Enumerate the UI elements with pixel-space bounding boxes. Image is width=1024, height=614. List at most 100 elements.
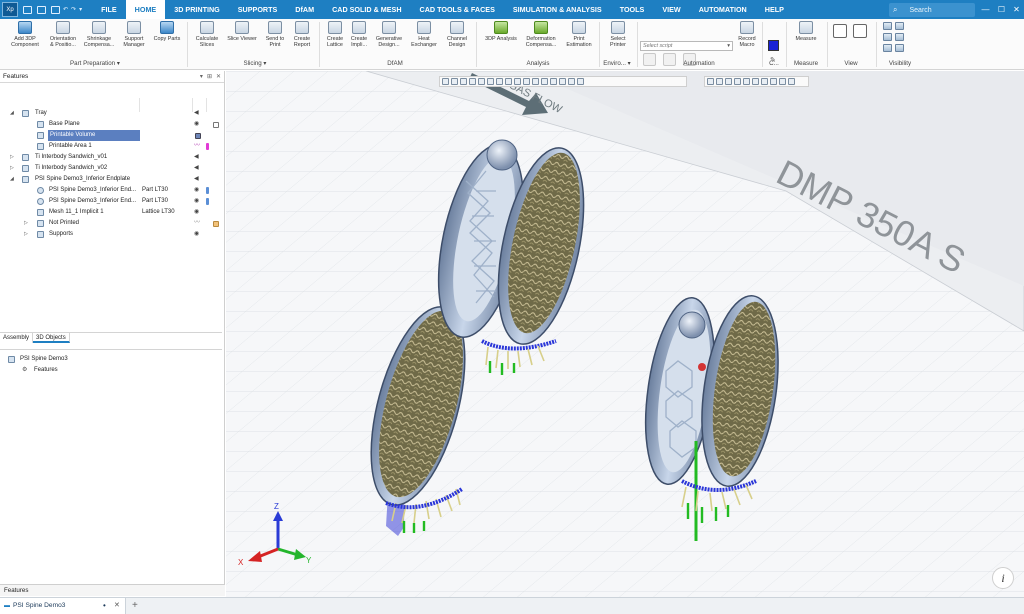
features-footer-tab[interactable]: Features <box>0 584 225 596</box>
selected-visibility-icon[interactable] <box>195 133 201 139</box>
axis-orient-icon[interactable] <box>788 78 795 85</box>
tab-3d-objects[interactable]: 3D Objects <box>33 333 70 343</box>
box-icon[interactable] <box>213 221 219 227</box>
expand-icon[interactable]: ▷ <box>24 229 28 240</box>
visibility-tray-icon[interactable] <box>895 44 904 52</box>
save-icon[interactable] <box>23 5 32 14</box>
section-tool-icon[interactable] <box>496 78 503 85</box>
visibility-edges-icon[interactable] <box>883 33 892 41</box>
support-manager-button[interactable]: Support Manager <box>116 21 152 49</box>
deformation-compensation-button[interactable]: Deformation Compensa... <box>521 21 561 49</box>
shrinkage-compensation-button[interactable]: Shrinkage Compensa... <box>80 21 118 49</box>
select-printer-button[interactable]: Select Printer <box>603 21 633 49</box>
visibility-eye-icon[interactable]: ◉ <box>194 229 199 240</box>
visibility-eye-icon[interactable]: ◉ <box>194 196 199 207</box>
info-button[interactable]: i <box>992 567 1014 589</box>
orientation-positioning-button[interactable]: Orientation & Positio... <box>44 21 82 49</box>
run-script-icon[interactable] <box>643 53 656 66</box>
visibility-shaded-icon[interactable] <box>883 22 892 30</box>
speaker-icon[interactable]: ◀ <box>194 163 199 174</box>
show-tool-icon[interactable] <box>514 78 521 85</box>
cube-icon[interactable] <box>213 122 219 128</box>
filter-tool-icon[interactable] <box>451 78 458 85</box>
document-tab[interactable]: ▬ PSI Spine Demo3 • ✕ <box>0 598 126 614</box>
tree-row-endplate-2[interactable]: PSI Spine Demo3_Inferior End... Part LT3… <box>0 196 222 207</box>
tab-dfam[interactable]: DfAM <box>286 0 323 19</box>
slice-viewer-button[interactable]: Slice Viewer <box>223 21 261 42</box>
view-top-icon[interactable] <box>752 78 759 85</box>
measure-button[interactable]: Measure <box>790 21 822 42</box>
tree-row-mesh-implicit[interactable]: Mesh 11_1 Implicit 1 Lattice LT30 ◉ <box>0 207 222 218</box>
tab-cad-solid-mesh[interactable]: CAD SOLID & MESH <box>323 0 410 19</box>
tab-view[interactable]: VIEW <box>653 0 689 19</box>
script-select[interactable]: Select script ▾ <box>640 41 733 51</box>
print-estimation-button[interactable]: Print Estimation <box>561 21 597 49</box>
color-picker-swatch[interactable] <box>768 40 779 51</box>
tab-simulation-analysis[interactable]: SIMULATION & ANALYSIS <box>504 0 611 19</box>
search-input[interactable]: ⌕ Search <box>889 3 975 17</box>
redo-icon[interactable]: ↷ <box>71 6 76 13</box>
tree-row-printable-area[interactable]: Printable Area 1 〰 <box>0 141 222 152</box>
heat-exchanger-button[interactable]: Heat Exchanger <box>407 21 441 49</box>
zoom-fit-icon[interactable] <box>833 24 847 38</box>
visibility-parts-icon[interactable] <box>895 33 904 41</box>
expand-icon[interactable]: ▷ <box>10 163 14 174</box>
tree-row-base-plane[interactable]: Base Plane ◉ <box>0 119 222 130</box>
speaker-icon[interactable]: ◀ <box>194 152 199 163</box>
panel-pin-icon[interactable]: ⊞ <box>207 73 212 80</box>
collapse-icon[interactable]: ◢ <box>10 108 14 119</box>
tree-row-tray[interactable]: ◢ Tray ◀ <box>0 108 222 119</box>
zoom-area-icon[interactable] <box>853 24 867 38</box>
view-bottom-icon[interactable] <box>761 78 768 85</box>
tree-row-psi-spine[interactable]: ◢ PSI Spine Demo3_Inferior Endplate ◀ <box>0 174 222 185</box>
new-file-icon[interactable] <box>51 5 60 14</box>
tree-row-endplate-1[interactable]: PSI Spine Demo3_Inferior End... Part LT3… <box>0 185 222 196</box>
speaker-icon[interactable]: ◀ <box>194 108 199 119</box>
lighting-tool-icon[interactable] <box>559 78 566 85</box>
isolate-tool-icon[interactable] <box>523 78 530 85</box>
panel-close-icon[interactable]: ✕ <box>216 73 221 80</box>
tab-automation[interactable]: AUTOMATION <box>690 0 756 19</box>
box-tool-icon[interactable] <box>577 78 584 85</box>
calculate-slices-button[interactable]: Calculate Slices <box>191 21 223 49</box>
minimize-icon[interactable]: — <box>978 0 993 19</box>
view-left-icon[interactable] <box>734 78 741 85</box>
create-lattice-button[interactable]: Create Lattice <box>322 21 348 49</box>
view-right-icon[interactable] <box>743 78 750 85</box>
scale-tool-icon[interactable] <box>478 78 485 85</box>
app-logo[interactable]: Xp <box>2 2 18 17</box>
generative-design-button[interactable]: Generative Design... <box>372 21 406 49</box>
channel-design-button[interactable]: Channel Design <box>441 21 473 49</box>
close-icon[interactable]: ✕ <box>1009 0 1024 19</box>
render-tool-icon[interactable] <box>550 78 557 85</box>
tree-row-supports[interactable]: ▷ Supports ◉ <box>0 229 222 240</box>
visibility-eye-icon[interactable]: ◉ <box>194 119 199 130</box>
collapse-icon[interactable]: ◢ <box>10 174 14 185</box>
select-tool-icon[interactable] <box>442 78 449 85</box>
quick-access-dropdown-icon[interactable]: ▾ <box>79 6 82 13</box>
send-to-print-button[interactable]: Send to Print <box>260 21 290 49</box>
tab-supports[interactable]: SUPPORTS <box>229 0 287 19</box>
3dp-analysis-button[interactable]: 3DP Analysis <box>481 21 521 42</box>
perspective-icon[interactable] <box>779 78 786 85</box>
hide-tool-icon[interactable] <box>505 78 512 85</box>
tab-help[interactable]: HELP <box>756 0 793 19</box>
tree-row-features[interactable]: ⚙ Features <box>0 365 222 376</box>
tree-row-printable-volume[interactable]: Printable Volume <box>0 130 222 141</box>
hidden-icon[interactable]: 〰 <box>194 141 200 152</box>
tree-row-sandwich-v01[interactable]: ▷ Ti Interbody Sandwich_v01 ◀ <box>0 152 222 163</box>
move-tool-icon[interactable] <box>469 78 476 85</box>
tab-home[interactable]: HOME <box>125 0 166 19</box>
scene-canvas[interactable]: GAS FLOW DMP 350A S Z Y X <box>226 71 1024 597</box>
layer-tool-icon[interactable] <box>532 78 539 85</box>
rotate-tool-icon[interactable] <box>460 78 467 85</box>
tab-tools[interactable]: TOOLS <box>611 0 654 19</box>
view-reset-icon[interactable] <box>707 78 714 85</box>
snap-tool-icon[interactable] <box>487 78 494 85</box>
create-report-button[interactable]: Create Report <box>288 21 316 49</box>
view-back-icon[interactable] <box>725 78 732 85</box>
tree-row-psi-spine-demo3[interactable]: PSI Spine Demo3 <box>0 354 222 365</box>
view-front-icon[interactable] <box>716 78 723 85</box>
color-tool-icon[interactable] <box>541 78 548 85</box>
tab-cad-tools-faces[interactable]: CAD TOOLS & FACES <box>411 0 504 19</box>
